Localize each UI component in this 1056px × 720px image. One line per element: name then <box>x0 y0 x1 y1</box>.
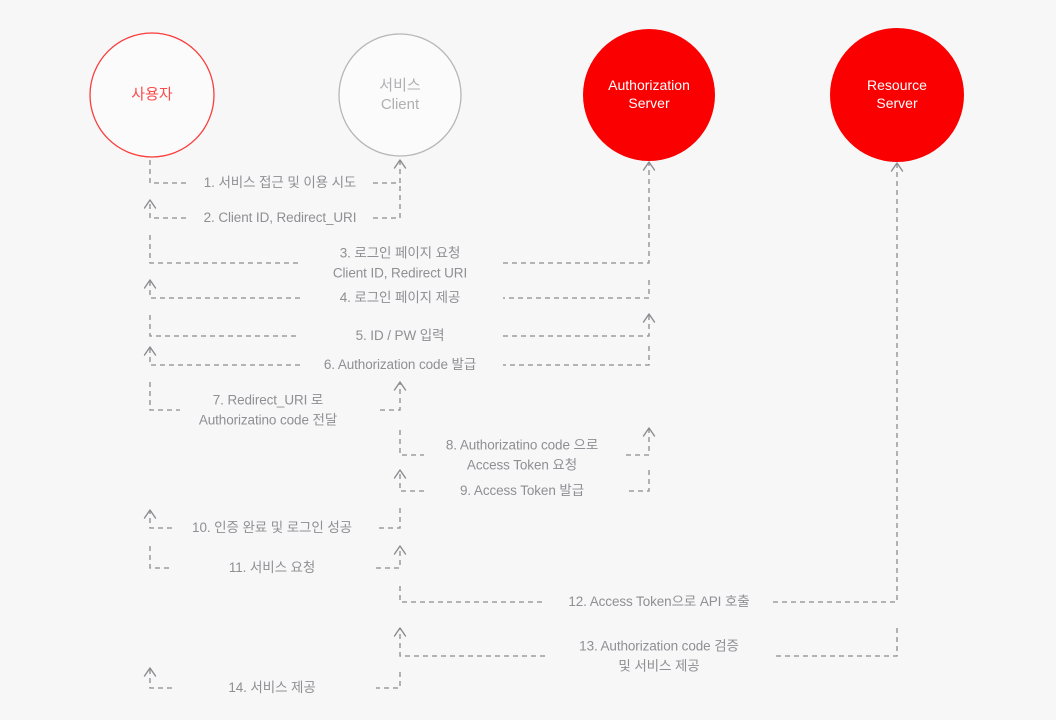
step-12-left <box>399 586 545 603</box>
step-3-right <box>503 162 650 264</box>
actor-authorization-server[interactable]: Authorization Server <box>583 29 715 161</box>
step-10-text: 10. 인증 완료 및 로그인 성공 <box>192 520 352 536</box>
step-3-text: Client ID, Redirect URI <box>332 265 468 280</box>
step-7-text: Authorizatino code 전달 <box>198 412 338 427</box>
step-3-line <box>149 235 300 264</box>
step-8-text: 8. Authorizatino code 으로 <box>445 437 599 453</box>
oauth-flow-diagram: 사용자 서비스 Client Authorization Server Resource S… <box>0 0 1056 720</box>
step-2-text: 2. Client ID, Redirect_URI <box>203 210 357 226</box>
step-label-6: 6. Authorization code 발급 <box>324 355 476 375</box>
step-label-9: 9. Access Token 발급 <box>460 481 584 501</box>
step-14-arrow <box>149 668 172 689</box>
step-12-text: 12. Access Token으로 API 호출 <box>568 594 750 610</box>
actor-authorization-server-label: Server <box>628 95 670 111</box>
step-12-right <box>773 163 898 603</box>
step-6-right <box>503 346 650 366</box>
actor-user-label: 사용자 <box>131 86 173 104</box>
step-label-12: 12. Access Token으로 API 호출 <box>568 592 749 612</box>
step-label-11: 11. 서비스 요청 <box>229 558 315 578</box>
step-label-13: 13. Authorization code 검증및 서비스 제공 <box>579 636 739 675</box>
step-8-left <box>399 430 424 456</box>
step-4-text: 4. 로그인 페이지 제공 <box>339 290 461 306</box>
step-7-right-arrowhead-icon <box>393 381 407 391</box>
step-13-right <box>773 628 898 657</box>
step-13-text: 및 서비스 제공 <box>618 658 700 673</box>
step-4-right <box>503 280 650 299</box>
actor-resource-server-label: Resource <box>867 77 927 94</box>
step-label-4: 4. 로그인 페이지 제공 <box>340 288 461 308</box>
actor-client-label: 서비스 <box>379 76 421 94</box>
step-9-text: 9. Access Token 발급 <box>459 483 585 499</box>
step-label-14: 14. 서비스 제공 <box>228 678 315 698</box>
step-11-left <box>149 546 172 569</box>
step-5-text: 5. ID / PW 입력 <box>355 328 445 344</box>
step-5-right <box>503 314 650 337</box>
step-11-right <box>376 546 401 569</box>
actor-user[interactable]: 사용자 <box>90 33 214 157</box>
step-9-left <box>399 470 424 492</box>
step-9-right <box>626 470 650 492</box>
actor-resource-server-label: Server <box>876 95 918 111</box>
step-8-text: Access Token 요청 <box>466 457 578 472</box>
step-11-text: 11. 서비스 요청 <box>228 560 316 576</box>
step-label-1: 1. 서비스 접근 및 이용 시도 <box>204 173 357 193</box>
step-1-text: 1. 서비스 접근 및 이용 시도 <box>203 175 357 191</box>
step-13-text: 13. Authorization code 검증 <box>579 638 739 654</box>
step-6-text: 6. Authorization code 발급 <box>323 357 477 373</box>
step-label-10: 10. 인증 완료 및 로그인 성공 <box>192 518 352 538</box>
step-6-left <box>149 347 300 366</box>
step-label-8: 8. Authorizatino code 으로 Access Token 요청 <box>446 435 598 474</box>
step-2-arrow <box>149 200 186 219</box>
step-14-left <box>376 672 401 689</box>
step-3-text: 3. 로그인 페이지 요청 <box>339 245 461 261</box>
step-label-2: 2. Client ID, Redirect_URI <box>204 208 357 228</box>
step-1-connector <box>149 160 186 184</box>
step-13-left <box>399 628 545 657</box>
step-label-7: 7. Redirect_URI 로 Authorizatino code 전달 <box>199 390 337 429</box>
step-7-left <box>149 382 180 411</box>
step-5-left <box>149 315 300 337</box>
actor-resource-server[interactable]: Resource Server <box>830 28 964 162</box>
step-4-left <box>149 280 300 299</box>
step-14-text: 14. 서비스 제공 <box>228 680 316 696</box>
step-label-3: 3. 로그인 페이지 요청 Client ID, Redirect URI <box>333 243 467 282</box>
actor-authorization-server-label: Authorization <box>608 77 690 94</box>
actor-client[interactable]: 서비스 Client <box>339 34 461 156</box>
step-10-right <box>376 508 401 529</box>
actor-client-label: Client <box>380 96 420 113</box>
step-7-text: 7. Redirect_URI 로 <box>212 392 324 408</box>
step-label-5: 5. ID / PW 입력 <box>356 326 445 346</box>
step-10-left <box>149 510 172 529</box>
